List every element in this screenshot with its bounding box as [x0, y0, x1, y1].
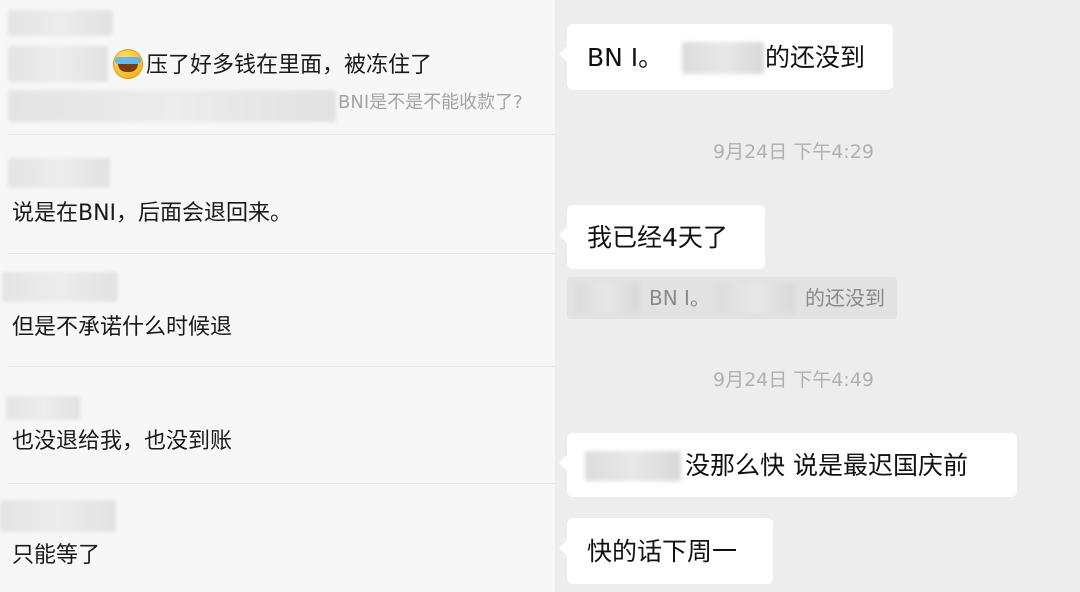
quoted-message: BNI是不是不能收款了?	[338, 92, 523, 113]
sender-name-blurred	[0, 500, 116, 532]
message-text: 说是在BNI，后面会退回来。	[12, 201, 293, 226]
timestamp: 9月24日 下午4:49	[713, 369, 874, 391]
message-text: 但是不承诺什么时候退	[12, 315, 233, 340]
message-text: 只能等了	[12, 543, 101, 568]
quote-sender-blurred	[577, 283, 639, 313]
quoted-reference[interactable]: BN I。 的还没到	[567, 277, 897, 319]
sender-name-blurred	[6, 396, 80, 420]
message-text-suffix: 的还没到	[765, 43, 866, 72]
quote-text-suffix: 的还没到	[805, 286, 885, 310]
redacted-text-blurred	[717, 283, 795, 313]
message-bubble[interactable]: BN I。 的还没到	[559, 24, 893, 90]
message-text: 也没退给我，也没到账	[12, 429, 233, 454]
redacted-text-blurred	[682, 42, 764, 74]
divider	[8, 253, 555, 254]
quote-text-prefix: BN I。	[649, 286, 710, 310]
chat-record-panel: 压了好多钱在里面，被冻住了 BNI是不是不能收款了? 说是在BNI，后面会退回来…	[0, 0, 555, 592]
message-bubble[interactable]: 快的话下周一	[559, 518, 773, 584]
timestamp: 9月24日 下午4:29	[713, 141, 874, 163]
divider	[8, 366, 555, 367]
crying-laughing-emoji-icon	[113, 49, 143, 79]
quote-sender-blurred	[8, 90, 336, 122]
sender-name-blurred	[8, 10, 113, 36]
sender-prefix-blurred	[8, 46, 108, 82]
message-text: 快的话下周一	[587, 537, 738, 566]
redacted-mention-blurred	[585, 451, 681, 481]
sender-name-blurred	[8, 158, 110, 188]
conversation-panel: BN I。 的还没到 9月24日 下午4:29 我已经4天了 BN I。 的还没…	[555, 0, 1080, 592]
message-text: 压了好多钱在里面，被冻住了	[146, 53, 433, 78]
message-bubble[interactable]: 我已经4天了	[559, 205, 765, 269]
message-text: 我已经4天了	[587, 223, 728, 252]
sender-name-blurred	[2, 272, 118, 302]
message-bubble[interactable]: 没那么快 说是最迟国庆前	[559, 433, 1017, 497]
divider	[8, 134, 555, 135]
message-text: 没那么快 说是最迟国庆前	[685, 451, 968, 480]
message-text-prefix: BN I。	[587, 43, 664, 72]
divider	[8, 483, 555, 484]
